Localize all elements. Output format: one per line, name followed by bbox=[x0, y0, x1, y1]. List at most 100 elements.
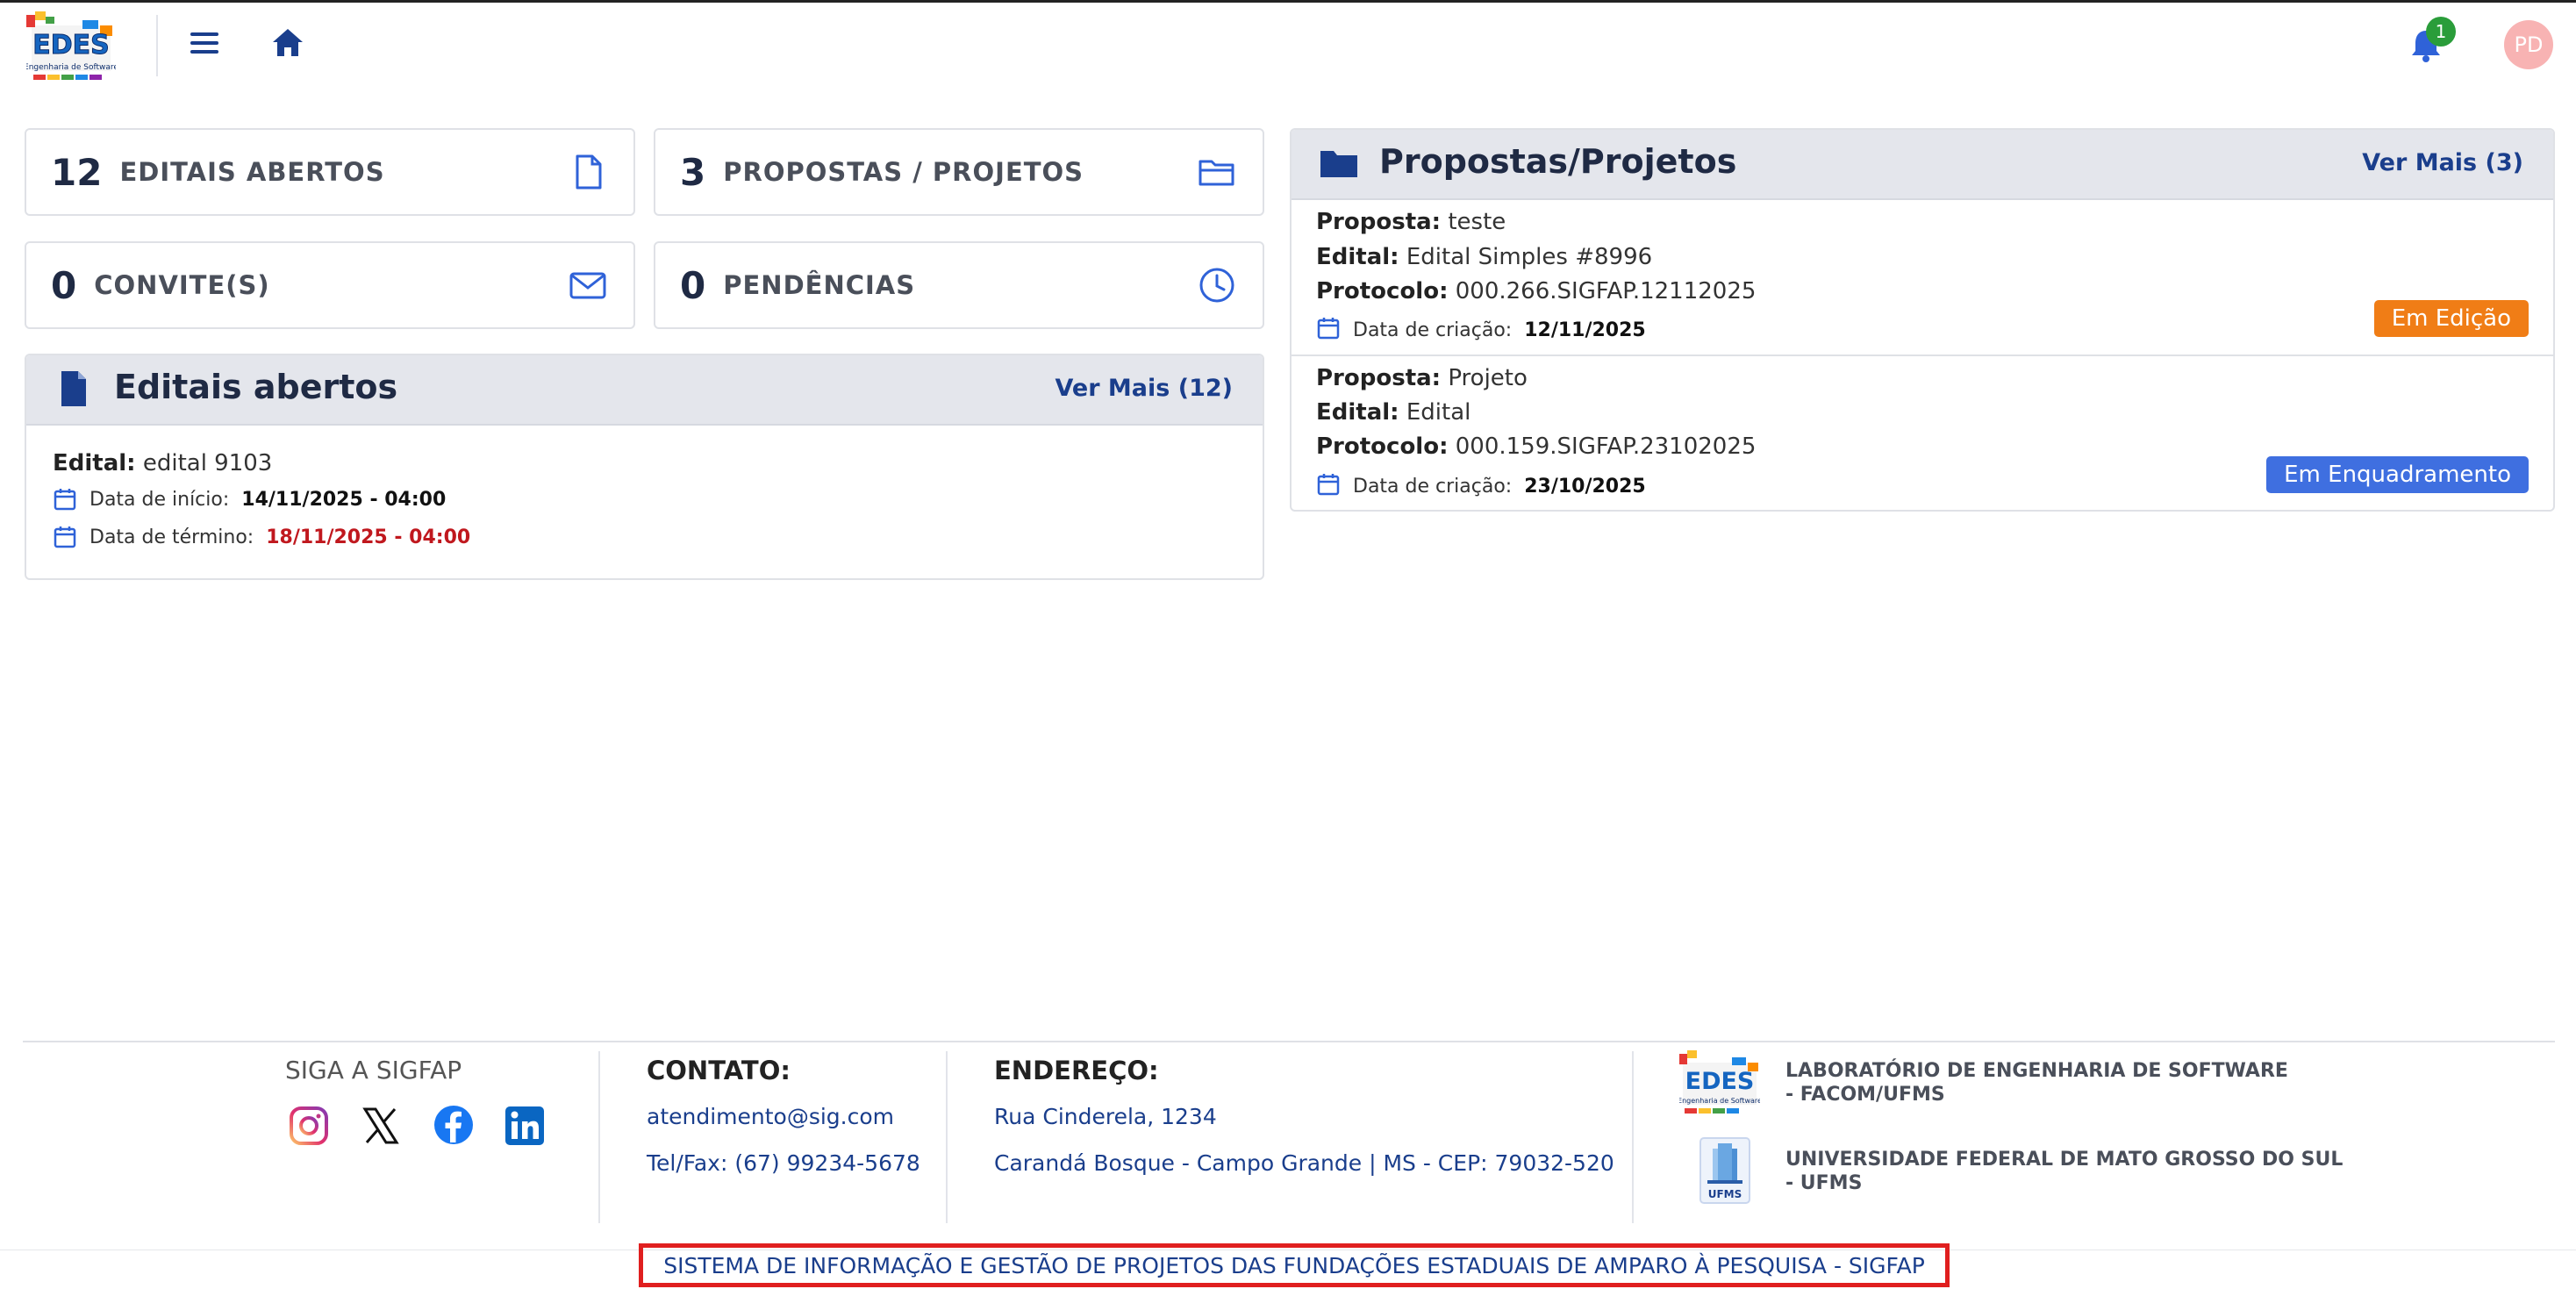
proposta-label: Proposta: bbox=[1316, 365, 1442, 391]
stat-card-pendencias[interactable]: 0 PENDÊNCIAS bbox=[654, 241, 1264, 329]
ver-mais-editais-link[interactable]: Ver Mais (12) bbox=[1055, 375, 1233, 402]
edital-row: Edital: Edital bbox=[1316, 399, 1470, 426]
folder-solid-icon bbox=[1320, 151, 1357, 177]
home-icon[interactable] bbox=[270, 25, 305, 61]
ufms-logo-text: UFMS bbox=[1708, 1188, 1742, 1200]
protocolo-row: Protocolo: 000.266.SIGFAP.12112025 bbox=[1316, 278, 1756, 304]
proposta-label: Proposta: bbox=[1316, 209, 1442, 235]
item-divider bbox=[1292, 354, 2553, 356]
logo-subtext: Engenharia de Software bbox=[26, 63, 116, 72]
stat-count: 0 bbox=[51, 263, 77, 307]
university-name-line1: UNIVERSIDADE FEDERAL DE MATO GROSSO DO S… bbox=[1785, 1149, 2343, 1171]
logo-text: EDES bbox=[32, 30, 110, 61]
status-badge-em-edicao[interactable]: Em Edição bbox=[2373, 300, 2529, 337]
edital-label: Edital: bbox=[53, 450, 136, 476]
footer-divider bbox=[946, 1051, 948, 1223]
calendar-icon bbox=[54, 489, 76, 511]
data-criacao-row: Data de criação: 23/10/2025 bbox=[1353, 476, 1646, 498]
instagram-icon[interactable] bbox=[288, 1105, 330, 1147]
file-solid-icon bbox=[61, 371, 86, 406]
edital-row[interactable]: Edital: edital 9103 bbox=[53, 450, 272, 476]
data-inicio-label: Data de início: bbox=[89, 489, 230, 511]
address-title: ENDEREÇO: bbox=[994, 1056, 1159, 1085]
data-inicio-row: Data de início: 14/11/2025 - 04:00 bbox=[89, 489, 446, 511]
protocolo-label: Protocolo: bbox=[1316, 433, 1449, 460]
lab-name-line2: - FACOM/UFMS bbox=[1785, 1084, 1945, 1106]
follow-title: SIGA A SIGFAP bbox=[285, 1056, 462, 1085]
contact-title: CONTATO: bbox=[647, 1056, 791, 1085]
edes-lab-logo: EDES Engenharia de Software bbox=[1679, 1050, 1760, 1114]
data-criacao-label: Data de criação: bbox=[1353, 476, 1513, 498]
proposta-value: teste bbox=[1448, 209, 1506, 235]
propostas-projetos-panel: Propostas/Projetos Ver Mais (3) Proposta… bbox=[1290, 128, 2555, 512]
panel-header: Propostas/Projetos Ver Mais (3) bbox=[1292, 130, 2553, 200]
hamburger-menu-icon[interactable] bbox=[189, 27, 220, 59]
data-criacao-value: 23/10/2025 bbox=[1524, 476, 1646, 498]
protocolo-label: Protocolo: bbox=[1316, 278, 1449, 304]
lab-name-line1: LABORATÓRIO DE ENGENHARIA DE SOFTWARE bbox=[1785, 1060, 2288, 1082]
footer-divider bbox=[598, 1051, 600, 1223]
contact-email-link[interactable]: atendimento@sig.com bbox=[647, 1104, 894, 1129]
stat-label: EDITAIS ABERTOS bbox=[119, 157, 385, 187]
university-name-line2: - UFMS bbox=[1785, 1172, 1863, 1194]
contact-phone: Tel/Fax: (67) 99234-5678 bbox=[647, 1150, 920, 1176]
ver-mais-propostas-link[interactable]: Ver Mais (3) bbox=[2362, 149, 2523, 176]
stat-label: PENDÊNCIAS bbox=[723, 270, 916, 300]
stat-card-propostas-projetos[interactable]: 3 PROPOSTAS / PROJETOS bbox=[654, 128, 1264, 216]
clock-icon bbox=[1199, 268, 1234, 303]
data-termino-label: Data de término: bbox=[89, 526, 254, 548]
footer-top-divider bbox=[23, 1041, 2555, 1042]
edital-value: Edital bbox=[1406, 399, 1471, 426]
proposta-value: Projeto bbox=[1448, 365, 1528, 391]
stat-card-convites[interactable]: 0 CONVITE(S) bbox=[25, 241, 635, 329]
protocolo-value: 000.266.SIGFAP.12112025 bbox=[1455, 278, 1757, 304]
edital-label: Edital: bbox=[1316, 244, 1399, 270]
protocolo-row: Protocolo: 000.159.SIGFAP.23102025 bbox=[1316, 433, 1756, 460]
stat-label: CONVITE(S) bbox=[94, 270, 270, 300]
data-criacao-label: Data de criação: bbox=[1353, 319, 1513, 341]
file-icon bbox=[576, 154, 602, 190]
calendar-icon bbox=[1317, 474, 1340, 496]
data-criacao-value: 12/11/2025 bbox=[1524, 319, 1646, 341]
x-twitter-icon[interactable] bbox=[360, 1105, 402, 1147]
footer-divider bbox=[1632, 1051, 1634, 1223]
notification-count-badge: 1 bbox=[2426, 17, 2456, 47]
address-street: Rua Cinderela, 1234 bbox=[994, 1104, 1217, 1129]
ufms-logo: UFMS bbox=[1699, 1137, 1750, 1204]
envelope-icon bbox=[569, 272, 606, 299]
folder-open-icon bbox=[1199, 160, 1234, 186]
system-name-banner: SISTEMA DE INFORMAÇÃO E GESTÃO DE PROJET… bbox=[639, 1243, 1950, 1287]
edital-value: edital 9103 bbox=[142, 450, 273, 476]
logo-subtext: Engenharia de Software bbox=[1679, 1097, 1760, 1105]
university-name: UNIVERSIDADE FEDERAL DE MATO GROSSO DO S… bbox=[1785, 1148, 2343, 1195]
calendar-icon bbox=[1317, 318, 1340, 340]
panel-title: Editais abertos bbox=[114, 368, 398, 406]
edital-label: Edital: bbox=[1316, 399, 1399, 426]
header-divider bbox=[156, 15, 158, 76]
edes-logo[interactable]: EDES Engenharia de Software bbox=[24, 11, 118, 83]
stat-card-editais-abertos[interactable]: 12 EDITAIS ABERTOS bbox=[25, 128, 635, 216]
editais-abertos-panel: Editais abertos Ver Mais (12) Edital: ed… bbox=[25, 354, 1264, 580]
data-inicio-value: 14/11/2025 - 04:00 bbox=[241, 489, 447, 511]
stat-label: PROPOSTAS / PROJETOS bbox=[723, 157, 1084, 187]
address-city: Carandá Bosque - Campo Grande | MS - CEP… bbox=[994, 1150, 1614, 1176]
data-termino-value: 18/11/2025 - 04:00 bbox=[266, 526, 471, 548]
edital-value: Edital Simples #8996 bbox=[1406, 244, 1653, 270]
stat-count: 0 bbox=[680, 263, 706, 307]
lab-name: LABORATÓRIO DE ENGENHARIA DE SOFTWARE - … bbox=[1785, 1059, 2288, 1106]
status-badge-em-enquadramento[interactable]: Em Enquadramento bbox=[2266, 456, 2529, 493]
proposta-row: Proposta: Projeto bbox=[1316, 365, 1528, 391]
proposta-row: Proposta: teste bbox=[1316, 209, 1506, 235]
linkedin-icon[interactable] bbox=[504, 1105, 546, 1147]
facebook-icon[interactable] bbox=[433, 1104, 475, 1146]
panel-header: Editais abertos Ver Mais (12) bbox=[26, 355, 1263, 426]
stat-count: 12 bbox=[51, 150, 103, 194]
calendar-icon bbox=[54, 526, 76, 548]
stat-count: 3 bbox=[680, 150, 706, 194]
protocolo-value: 000.159.SIGFAP.23102025 bbox=[1455, 433, 1757, 460]
data-criacao-row: Data de criação: 12/11/2025 bbox=[1353, 319, 1646, 341]
edital-row: Edital: Edital Simples #8996 bbox=[1316, 244, 1652, 270]
user-avatar[interactable]: PD bbox=[2504, 20, 2553, 69]
logo-text: EDES bbox=[1685, 1068, 1755, 1095]
panel-title: Propostas/Projetos bbox=[1379, 142, 1737, 181]
